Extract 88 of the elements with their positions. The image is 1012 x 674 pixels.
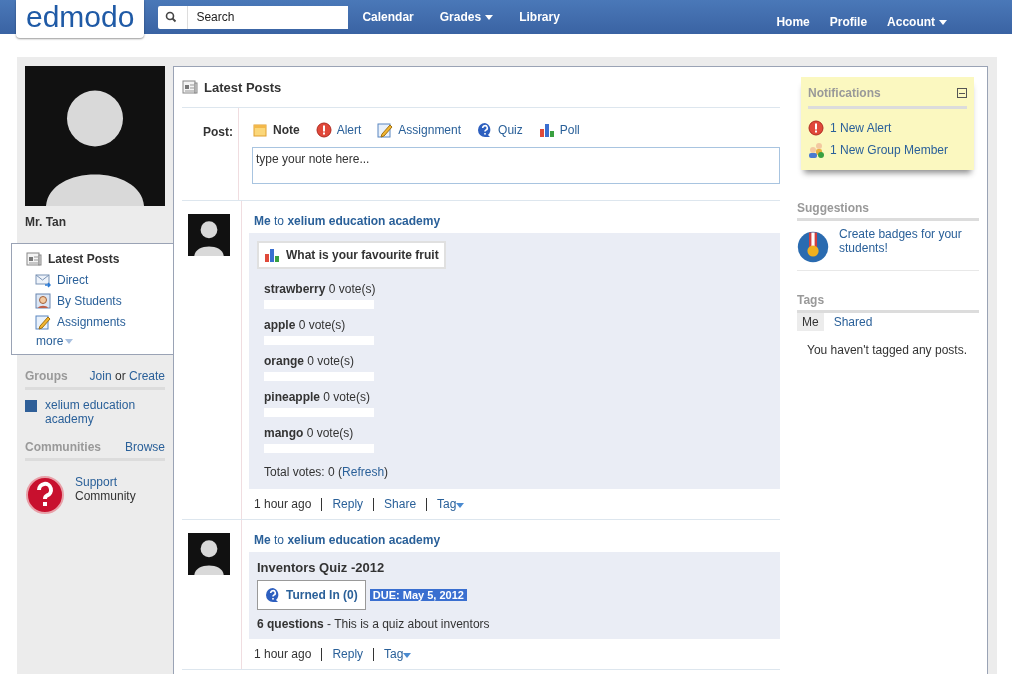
notification-link[interactable]: 1 New Group Member bbox=[808, 139, 967, 161]
poll-option: orange 0 vote(s) bbox=[264, 354, 772, 368]
bar-chart-icon bbox=[538, 122, 555, 138]
caret-icon bbox=[939, 19, 948, 25]
nav-link[interactable]: Grades bbox=[439, 10, 494, 24]
to-text: to bbox=[274, 533, 285, 547]
poll-option: pineapple 0 vote(s) bbox=[264, 390, 772, 404]
quiz-description: 6 questions - This is a quiz about inventors bbox=[257, 617, 491, 631]
nav-item[interactable]: By Students bbox=[26, 290, 173, 311]
question-icon bbox=[265, 587, 281, 603]
student-icon bbox=[35, 292, 51, 309]
feed-title: Latest Posts bbox=[204, 79, 282, 95]
profile-name: Mr. Tan bbox=[25, 215, 68, 231]
post-type-tab[interactable]: Note bbox=[252, 122, 300, 138]
note-icon bbox=[252, 122, 268, 138]
post-action-link[interactable]: Reply bbox=[332, 497, 364, 511]
nav-link[interactable]: Profile bbox=[829, 15, 868, 29]
post-action-link[interactable]: Reply bbox=[332, 647, 364, 661]
nav-link[interactable]: Calendar bbox=[362, 10, 414, 24]
section-heading: Groups bbox=[25, 369, 68, 383]
poll-option: apple 0 vote(s) bbox=[264, 318, 772, 332]
post-type-tab[interactable]: Quiz bbox=[477, 122, 523, 138]
bar-chart-icon bbox=[264, 247, 280, 263]
nav-item[interactable]: Assignments bbox=[26, 311, 173, 332]
section-heading: Communities bbox=[25, 440, 101, 454]
post-label: Post: bbox=[182, 108, 239, 200]
refresh-link[interactable]: Refresh bbox=[342, 465, 385, 479]
browse-link[interactable]: Browse bbox=[125, 440, 165, 454]
section-heading: Suggestions bbox=[797, 170, 979, 221]
badges-link[interactable]: Create badges for your students! bbox=[839, 227, 979, 267]
community-subtitle: Community bbox=[75, 489, 136, 503]
nav-link[interactable]: Home bbox=[776, 15, 810, 29]
collapse-icon[interactable] bbox=[957, 88, 967, 98]
community-link[interactable]: Support bbox=[75, 475, 136, 489]
pencil-paper-icon bbox=[377, 122, 394, 138]
caret-icon bbox=[65, 338, 74, 344]
alert-icon bbox=[315, 122, 332, 138]
newspaper-icon bbox=[26, 250, 42, 267]
user-avatar bbox=[188, 214, 230, 256]
paren-text: ) bbox=[384, 465, 389, 479]
author-link[interactable]: Me bbox=[254, 533, 271, 547]
group-link[interactable]: xelium education academy bbox=[287, 214, 441, 228]
total-votes: Total votes: 0 ( bbox=[264, 465, 343, 479]
due-date-badge: DUE: May 5, 2012 bbox=[369, 589, 467, 601]
author-link[interactable]: Me bbox=[254, 214, 271, 228]
tag-tab[interactable]: Shared bbox=[828, 313, 878, 331]
user-avatar bbox=[188, 533, 230, 575]
nav-item[interactable]: Latest Posts bbox=[26, 248, 173, 269]
logo[interactable]: edmodo bbox=[16, 0, 145, 38]
post-action-link[interactable]: Share bbox=[384, 497, 417, 511]
search-icon bbox=[165, 11, 178, 23]
nav-link[interactable]: Library bbox=[519, 10, 560, 24]
alert-icon bbox=[808, 120, 824, 136]
note-input[interactable]: type your note here... bbox=[252, 147, 780, 184]
caret-icon bbox=[403, 653, 412, 658]
tag-link[interactable]: Tag bbox=[437, 497, 465, 511]
or-text: or bbox=[114, 369, 126, 383]
caret-icon bbox=[456, 503, 465, 508]
pencil-paper-icon bbox=[35, 313, 51, 330]
empty-message: You haven't tagged any posts. bbox=[806, 342, 968, 357]
poll-question: What is your favourite fruit bbox=[257, 241, 446, 269]
envelope-icon bbox=[35, 271, 51, 288]
to-text: to bbox=[274, 214, 285, 228]
post-type-tab[interactable]: Assignment bbox=[377, 122, 462, 138]
people-icon bbox=[808, 142, 824, 158]
post-type-tab[interactable]: Alert bbox=[315, 122, 362, 138]
group-link[interactable]: xelium education academy bbox=[45, 398, 165, 426]
more-link[interactable]: more bbox=[26, 332, 173, 350]
notification-link[interactable]: 1 New Alert bbox=[808, 117, 967, 139]
quiz-title: Inventors Quiz -2012 bbox=[257, 560, 386, 575]
notifications-title: Notifications bbox=[808, 86, 881, 100]
nav-item[interactable]: Direct bbox=[26, 269, 173, 290]
join-link[interactable]: Join bbox=[89, 369, 112, 383]
turned-in-button[interactable]: Turned In (0) bbox=[257, 580, 366, 610]
tag-link[interactable]: Tag bbox=[384, 647, 412, 661]
poll-option: strawberry 0 vote(s) bbox=[264, 282, 772, 296]
nav-link[interactable]: Account bbox=[887, 15, 948, 29]
tag-tab[interactable]: Me bbox=[797, 313, 824, 331]
group-link[interactable]: xelium education academy bbox=[287, 533, 441, 547]
post-time: 1 hour ago bbox=[254, 647, 312, 661]
search-field[interactable]: Search bbox=[158, 5, 349, 29]
help-icon bbox=[25, 475, 65, 515]
poll-option: mango 0 vote(s) bbox=[264, 426, 772, 440]
newspaper-icon bbox=[182, 79, 198, 95]
caret-icon bbox=[485, 14, 494, 20]
create-link[interactable]: Create bbox=[128, 369, 165, 383]
post-time: 1 hour ago bbox=[254, 497, 312, 511]
post-type-tab[interactable]: Poll bbox=[538, 122, 580, 138]
